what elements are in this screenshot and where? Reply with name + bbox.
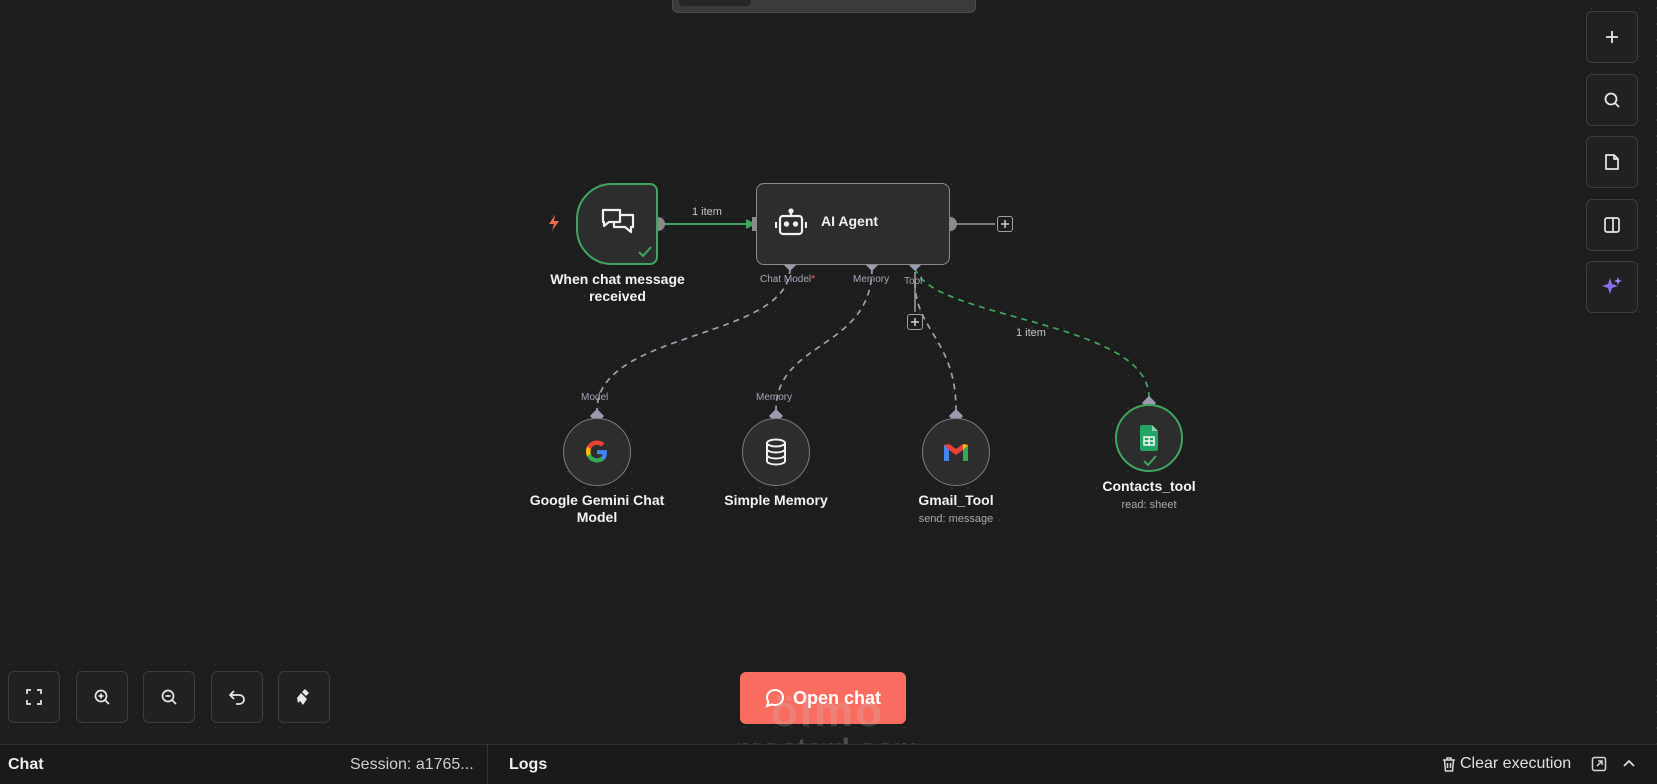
- success-check-icon: [1143, 454, 1157, 472]
- node-contacts-tool[interactable]: [1115, 404, 1183, 472]
- zoom-out-button[interactable]: [143, 671, 195, 723]
- node-gmail-tool[interactable]: [922, 418, 990, 486]
- sparkle-icon: [1602, 277, 1622, 294]
- add-output-node-button[interactable]: [997, 216, 1013, 232]
- edge-label-contacts: 1 item: [1016, 327, 1046, 339]
- port-label-memory: Memory: [853, 274, 890, 285]
- port-label-chat-model: Chat Model*: [760, 274, 816, 285]
- memory-label: Simple Memory: [724, 492, 828, 508]
- robot-icon: [774, 208, 808, 243]
- sticky-note-icon: [1605, 154, 1619, 170]
- add-tool-button[interactable]: [907, 314, 923, 330]
- pop-out-button[interactable]: [1591, 756, 1607, 777]
- open-chat-label: Open chat: [792, 687, 881, 708]
- chat-bubbles-icon: [600, 207, 636, 246]
- toggle-panel-button[interactable]: [1586, 199, 1638, 251]
- search-nodes-button[interactable]: [1586, 74, 1638, 126]
- pop-out-icon: [1591, 756, 1607, 772]
- undo-button[interactable]: [211, 671, 263, 723]
- fit-view-button[interactable]: [8, 671, 60, 723]
- edge-label-trigger: 1 item: [692, 206, 722, 218]
- top-bar: [672, 0, 976, 13]
- search-icon: [1604, 92, 1620, 108]
- port-label-memory-in: Memory: [756, 392, 793, 403]
- panel-icon: [1604, 217, 1620, 233]
- gmail-icon: [944, 444, 968, 461]
- plus-icon: [1606, 31, 1618, 43]
- database-icon: [766, 438, 786, 466]
- edge-memory: [775, 267, 873, 411]
- add-node-button[interactable]: [1586, 11, 1638, 63]
- clear-icon: [297, 689, 309, 705]
- undo-icon: [229, 690, 245, 705]
- connections-layer: [589, 217, 1157, 424]
- zoom-out-icon: [161, 689, 177, 705]
- node-ai-agent[interactable]: AI Agent: [756, 183, 950, 265]
- chat-bubble-icon: [765, 688, 784, 708]
- port-label-model: Model: [581, 392, 609, 403]
- google-icon: [586, 440, 607, 463]
- gemini-label: Google Gemini Chat Model: [529, 492, 665, 525]
- clear-execution-button[interactable]: Clear execution: [1442, 755, 1571, 773]
- node-gemini[interactable]: [563, 418, 631, 486]
- contacts-sub: read: sheet: [1121, 499, 1177, 511]
- collapse-panel-button[interactable]: [1622, 757, 1636, 776]
- bottom-panel: Chat Session: a1765... Logs Clear execut…: [0, 744, 1657, 784]
- node-simple-memory[interactable]: [742, 418, 810, 486]
- trigger-label: When chat message received: [550, 271, 685, 304]
- trash-icon: [1443, 757, 1455, 772]
- zoom-in-icon: [94, 689, 110, 705]
- zoom-in-button[interactable]: [76, 671, 128, 723]
- success-check-icon: [638, 245, 652, 263]
- edge-gmail: [914, 281, 957, 411]
- ai-assistant-button[interactable]: [1586, 261, 1638, 313]
- chevron-up-icon: [1623, 759, 1635, 767]
- session-id[interactable]: Session: a1765...: [350, 756, 474, 774]
- add-sticky-note-button[interactable]: [1586, 136, 1638, 188]
- gmail-sub: send: message: [918, 513, 994, 525]
- agent-title: AI Agent: [821, 213, 879, 229]
- panel-divider[interactable]: [487, 745, 488, 784]
- gmail-label: Gmail_Tool: [918, 492, 994, 508]
- logs-panel-title: Logs: [509, 756, 548, 773]
- node-chat-trigger[interactable]: [576, 183, 658, 265]
- clear-execution-label: Clear execution: [1460, 755, 1572, 772]
- open-chat-button[interactable]: Open chat: [740, 672, 906, 724]
- contacts-label: Contacts_tool: [1102, 478, 1196, 494]
- google-sheets-icon: [1140, 425, 1158, 451]
- port-label-tool: Tool: [904, 276, 923, 287]
- clear-execution-canvas-button[interactable]: [278, 671, 330, 723]
- trigger-bolt-icon: [547, 214, 561, 237]
- fit-view-icon: [26, 689, 42, 705]
- chat-panel-title[interactable]: Chat: [8, 756, 44, 774]
- edge-arrow-head: [746, 219, 756, 229]
